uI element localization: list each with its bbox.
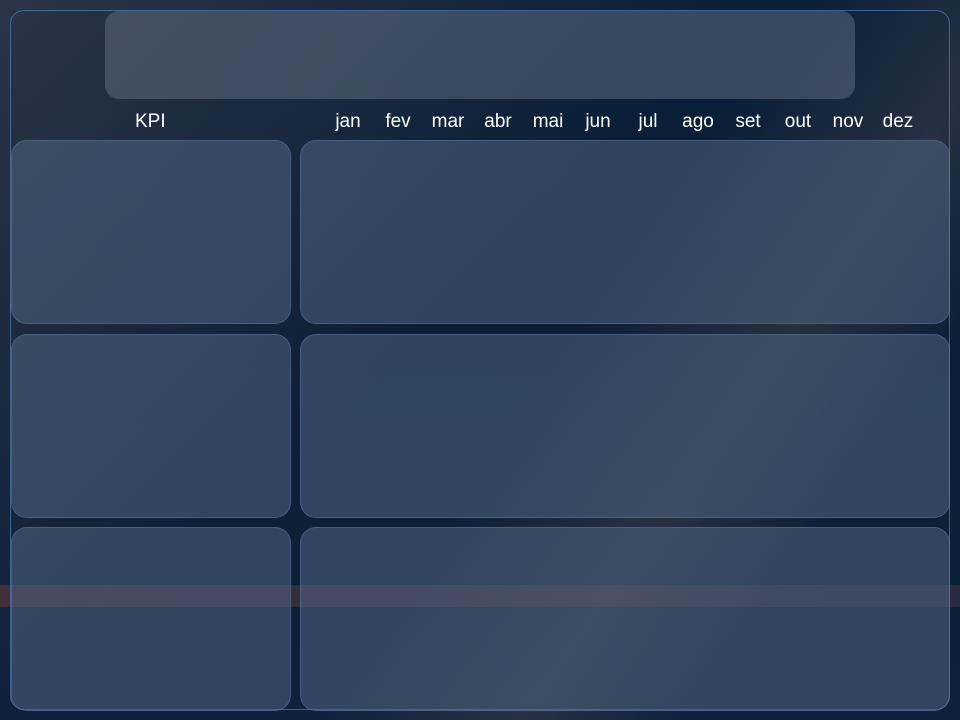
month-header-out: out — [784, 111, 812, 132]
month-header-jun: jun — [585, 111, 611, 132]
month-header-jan: jan — [335, 111, 361, 132]
kpi-card-row-2[interactable] — [11, 334, 291, 518]
monthly-values-card-row-2[interactable] — [300, 334, 950, 518]
monthly-values-card-row-3[interactable] — [300, 527, 950, 711]
month-header-mai: mai — [532, 111, 564, 132]
month-header-dez: dez — [882, 111, 914, 132]
month-header-nov: nov — [832, 111, 864, 132]
kpi-card-row-1[interactable] — [11, 140, 291, 324]
month-header-ago: ago — [682, 111, 714, 132]
kpi-card-row-3[interactable] — [11, 527, 291, 711]
month-header-mar: mar — [431, 111, 465, 132]
title-banner — [105, 11, 855, 99]
month-header-jul: jul — [638, 111, 658, 132]
month-header-fev: fev — [385, 111, 411, 132]
kpi-column-header: KPI — [135, 111, 166, 132]
month-header-abr: abr — [484, 111, 512, 132]
month-header-set: set — [735, 111, 761, 132]
dashboard-canvas: KPI jan fev mar abr mai jun jul ago set … — [0, 0, 960, 720]
monthly-values-card-row-1[interactable] — [300, 140, 950, 324]
